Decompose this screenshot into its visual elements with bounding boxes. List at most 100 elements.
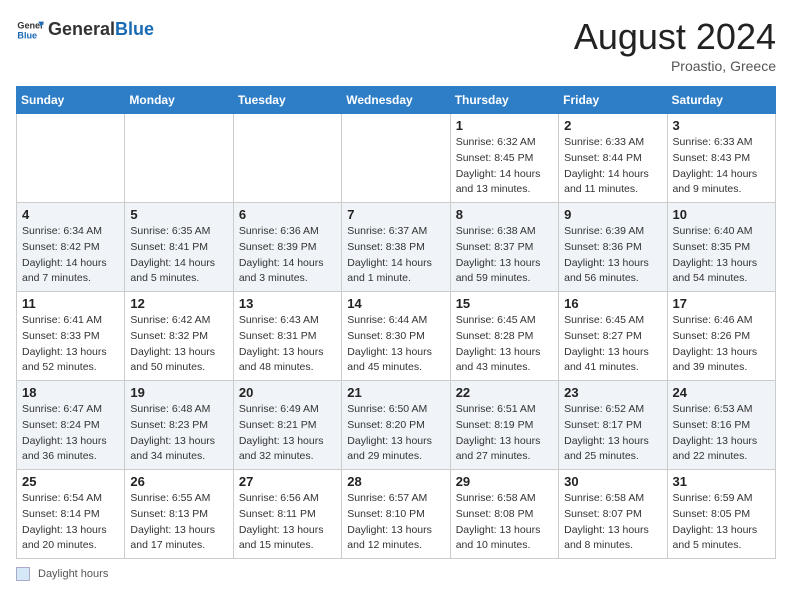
day-number: 15	[456, 296, 553, 311]
calendar-day-cell: 15 Sunrise: 6:45 AM Sunset: 8:28 PM Dayli…	[450, 292, 558, 381]
calendar-day-cell	[17, 114, 125, 203]
day-detail: Sunrise: 6:38 AM Sunset: 8:37 PM Dayligh…	[456, 224, 553, 287]
calendar-day-cell: 25Sunrise: 6:54 AM Sunset: 8:14 PM Dayli…	[17, 470, 125, 559]
calendar-day-cell: 20 Sunrise: 6:49 AM Sunset: 8:21 PM Dayli…	[233, 381, 341, 470]
day-number: 7	[347, 207, 444, 222]
day-number: 18	[22, 385, 119, 400]
day-number: 12	[130, 296, 227, 311]
day-number: 26	[130, 474, 227, 489]
calendar-day-cell	[342, 114, 450, 203]
calendar-day-cell	[125, 114, 233, 203]
day-detail: Sunrise: 6:45 AM Sunset: 8:27 PM Dayligh…	[564, 313, 661, 376]
day-number: 21	[347, 385, 444, 400]
day-number: 30	[564, 474, 661, 489]
month-year-title: August 2024	[574, 16, 776, 58]
day-number: 20	[239, 385, 336, 400]
day-detail: Sunrise: 6:59 AM Sunset: 8:05 PM Dayligh…	[673, 491, 770, 554]
day-detail: Sunrise: 6:46 AM Sunset: 8:26 PM Dayligh…	[673, 313, 770, 376]
day-detail: Sunrise: 6:33 AM Sunset: 8:43 PM Dayligh…	[673, 135, 770, 198]
calendar-day-cell: 9Sunrise: 6:39 AM Sunset: 8:36 PM Daylig…	[559, 203, 667, 292]
calendar-week-row: 1 Sunrise: 6:32 AM Sunset: 8:45 PM Daylig…	[17, 114, 776, 203]
day-detail: Sunrise: 6:42 AM Sunset: 8:32 PM Dayligh…	[130, 313, 227, 376]
day-number: 5	[130, 207, 227, 222]
calendar-day-cell: 19Sunrise: 6:48 AM Sunset: 8:23 PM Dayli…	[125, 381, 233, 470]
calendar-week-row: 11 Sunrise: 6:41 AM Sunset: 8:33 PM Dayli…	[17, 292, 776, 381]
day-detail: Sunrise: 6:32 AM Sunset: 8:45 PM Dayligh…	[456, 135, 553, 198]
calendar-day-cell: 1 Sunrise: 6:32 AM Sunset: 8:45 PM Daylig…	[450, 114, 558, 203]
legend-label: Daylight hours	[38, 568, 108, 580]
day-number: 11	[22, 296, 119, 311]
calendar-day-cell: 8 Sunrise: 6:38 AM Sunset: 8:37 PM Daylig…	[450, 203, 558, 292]
day-detail: Sunrise: 6:49 AM Sunset: 8:21 PM Dayligh…	[239, 402, 336, 465]
calendar-week-row: 18 Sunrise: 6:47 AM Sunset: 8:24 PM Dayli…	[17, 381, 776, 470]
day-number: 24	[673, 385, 770, 400]
day-detail: Sunrise: 6:56 AM Sunset: 8:11 PM Dayligh…	[239, 491, 336, 554]
day-number: 6	[239, 207, 336, 222]
day-detail: Sunrise: 6:40 AM Sunset: 8:35 PM Dayligh…	[673, 224, 770, 287]
day-detail: Sunrise: 6:39 AM Sunset: 8:36 PM Dayligh…	[564, 224, 661, 287]
weekday-header: Sunday	[17, 87, 125, 114]
day-detail: Sunrise: 6:57 AM Sunset: 8:10 PM Dayligh…	[347, 491, 444, 554]
day-detail: Sunrise: 6:45 AM Sunset: 8:28 PM Dayligh…	[456, 313, 553, 376]
day-detail: Sunrise: 6:41 AM Sunset: 8:33 PM Dayligh…	[22, 313, 119, 376]
calendar-day-cell: 6 Sunrise: 6:36 AM Sunset: 8:39 PM Daylig…	[233, 203, 341, 292]
day-detail: Sunrise: 6:34 AM Sunset: 8:42 PM Dayligh…	[22, 224, 119, 287]
day-detail: Sunrise: 6:52 AM Sunset: 8:17 PM Dayligh…	[564, 402, 661, 465]
calendar-day-cell: 28 Sunrise: 6:57 AM Sunset: 8:10 PM Dayli…	[342, 470, 450, 559]
weekday-header: Wednesday	[342, 87, 450, 114]
day-detail: Sunrise: 6:54 AM Sunset: 8:14 PM Dayligh…	[22, 491, 119, 554]
calendar-day-cell: 17 Sunrise: 6:46 AM Sunset: 8:26 PM Dayli…	[667, 292, 775, 381]
calendar-table: SundayMondayTuesdayWednesdayThursdayFrid…	[16, 86, 776, 559]
day-number: 29	[456, 474, 553, 489]
calendar-day-cell: 22Sunrise: 6:51 AM Sunset: 8:19 PM Dayli…	[450, 381, 558, 470]
weekday-header: Monday	[125, 87, 233, 114]
calendar-day-cell: 10 Sunrise: 6:40 AM Sunset: 8:35 PM Dayli…	[667, 203, 775, 292]
day-number: 16	[564, 296, 661, 311]
day-detail: Sunrise: 6:47 AM Sunset: 8:24 PM Dayligh…	[22, 402, 119, 465]
legend-box	[16, 567, 30, 581]
day-number: 19	[130, 385, 227, 400]
day-detail: Sunrise: 6:50 AM Sunset: 8:20 PM Dayligh…	[347, 402, 444, 465]
calendar-day-cell: 16 Sunrise: 6:45 AM Sunset: 8:27 PM Dayli…	[559, 292, 667, 381]
day-number: 1	[456, 118, 553, 133]
day-detail: Sunrise: 6:33 AM Sunset: 8:44 PM Dayligh…	[564, 135, 661, 198]
calendar-day-cell: 14Sunrise: 6:44 AM Sunset: 8:30 PM Dayli…	[342, 292, 450, 381]
calendar-day-cell: 26 Sunrise: 6:55 AM Sunset: 8:13 PM Dayli…	[125, 470, 233, 559]
calendar-day-cell: 18 Sunrise: 6:47 AM Sunset: 8:24 PM Dayli…	[17, 381, 125, 470]
day-detail: Sunrise: 6:55 AM Sunset: 8:13 PM Dayligh…	[130, 491, 227, 554]
logo-text: GeneralBlue	[48, 20, 154, 40]
day-number: 8	[456, 207, 553, 222]
weekday-header: Friday	[559, 87, 667, 114]
calendar-day-cell: 29Sunrise: 6:58 AM Sunset: 8:08 PM Dayli…	[450, 470, 558, 559]
calendar-week-row: 4 Sunrise: 6:34 AM Sunset: 8:42 PM Daylig…	[17, 203, 776, 292]
calendar-day-cell: 21 Sunrise: 6:50 AM Sunset: 8:20 PM Dayli…	[342, 381, 450, 470]
calendar-day-cell: 31Sunrise: 6:59 AM Sunset: 8:05 PM Dayli…	[667, 470, 775, 559]
calendar-day-cell: 3 Sunrise: 6:33 AM Sunset: 8:43 PM Daylig…	[667, 114, 775, 203]
calendar-day-cell: 4 Sunrise: 6:34 AM Sunset: 8:42 PM Daylig…	[17, 203, 125, 292]
day-number: 2	[564, 118, 661, 133]
day-detail: Sunrise: 6:36 AM Sunset: 8:39 PM Dayligh…	[239, 224, 336, 287]
calendar-day-cell: 5Sunrise: 6:35 AM Sunset: 8:41 PM Daylig…	[125, 203, 233, 292]
logo-icon: General Blue	[16, 16, 44, 44]
day-number: 4	[22, 207, 119, 222]
day-number: 17	[673, 296, 770, 311]
calendar-header-row: SundayMondayTuesdayWednesdayThursdayFrid…	[17, 87, 776, 114]
day-number: 3	[673, 118, 770, 133]
day-detail: Sunrise: 6:43 AM Sunset: 8:31 PM Dayligh…	[239, 313, 336, 376]
day-detail: Sunrise: 6:58 AM Sunset: 8:07 PM Dayligh…	[564, 491, 661, 554]
day-detail: Sunrise: 6:53 AM Sunset: 8:16 PM Dayligh…	[673, 402, 770, 465]
weekday-header: Thursday	[450, 87, 558, 114]
calendar-day-cell: 24 Sunrise: 6:53 AM Sunset: 8:16 PM Dayli…	[667, 381, 775, 470]
day-number: 14	[347, 296, 444, 311]
logo: General Blue GeneralBlue	[16, 16, 154, 44]
calendar-day-cell: 7 Sunrise: 6:37 AM Sunset: 8:38 PM Daylig…	[342, 203, 450, 292]
day-detail: Sunrise: 6:37 AM Sunset: 8:38 PM Dayligh…	[347, 224, 444, 287]
calendar-footer: Daylight hours	[16, 567, 776, 581]
calendar-week-row: 25Sunrise: 6:54 AM Sunset: 8:14 PM Dayli…	[17, 470, 776, 559]
day-number: 10	[673, 207, 770, 222]
calendar-day-cell: 30 Sunrise: 6:58 AM Sunset: 8:07 PM Dayli…	[559, 470, 667, 559]
day-number: 28	[347, 474, 444, 489]
weekday-header: Tuesday	[233, 87, 341, 114]
day-detail: Sunrise: 6:51 AM Sunset: 8:19 PM Dayligh…	[456, 402, 553, 465]
day-number: 13	[239, 296, 336, 311]
